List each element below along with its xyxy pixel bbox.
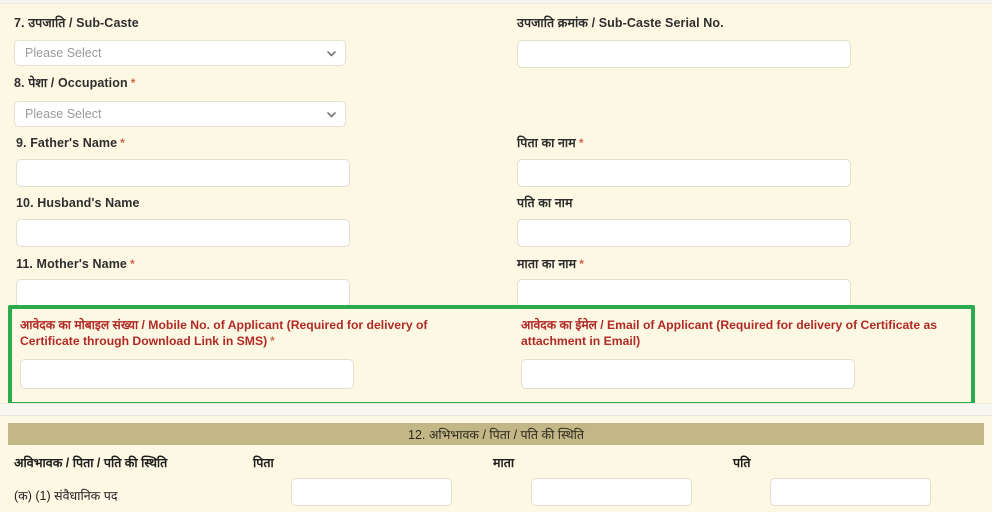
label-mobile-no-line2: through Download Link in SMS) bbox=[83, 334, 268, 348]
occupation-placeholder: Please Select bbox=[25, 107, 102, 121]
form-page: 7. उपजाति / Sub-Caste Please Select उपजा… bbox=[0, 0, 992, 512]
label-fathers-name-hi-text: पिता का नाम bbox=[517, 136, 576, 150]
mothers-name-hi-input[interactable] bbox=[517, 279, 851, 307]
label-mothers-name-hi-text: माता का नाम bbox=[517, 257, 577, 271]
sub-caste-select[interactable]: Please Select bbox=[14, 40, 346, 66]
mobile-no-input[interactable] bbox=[20, 359, 354, 389]
label-email: आवेदक का ईमेल / Email of Applicant (Requ… bbox=[521, 317, 981, 349]
required-asterisk: * bbox=[130, 76, 136, 90]
label-fathers-name-text: 9. Father's Name bbox=[16, 136, 118, 150]
table-header-husband: पति bbox=[733, 454, 750, 471]
label-husbands-name: 10. Husband's Name bbox=[16, 195, 140, 211]
label-sub-caste-serial-no: उपजाति क्रमांक / Sub-Caste Serial No. bbox=[517, 15, 724, 31]
husbands-name-input[interactable] bbox=[16, 219, 350, 247]
label-mothers-name-text: 11. Mother's Name bbox=[16, 257, 127, 271]
label-occupation: 8. पेशा / Occupation * bbox=[14, 75, 136, 91]
label-mobile-no: आवेदक का मोबाइल संख्या / Mobile No. of A… bbox=[20, 317, 490, 349]
table-header-father-text: पिता bbox=[253, 456, 274, 470]
label-husbands-name-hi: पति का नाम bbox=[517, 195, 573, 211]
required-asterisk: * bbox=[129, 257, 135, 271]
label-occupation-text: 8. पेशा / Occupation bbox=[14, 76, 128, 90]
table-header-mother-text: माता bbox=[493, 456, 515, 470]
required-asterisk: * bbox=[578, 136, 584, 150]
guardian-status-title-bar: 12. अभिभावक / पिता / पति की स्थिति bbox=[8, 423, 984, 445]
table-header-status-text: अविभावक / पिता / पति की स्थिति bbox=[14, 456, 168, 470]
table-header-husband-text: पति bbox=[733, 456, 751, 470]
fathers-name-input[interactable] bbox=[16, 159, 350, 187]
label-fathers-name-hi: पिता का नाम * bbox=[517, 135, 584, 151]
table-header-father: पिता bbox=[253, 454, 274, 471]
label-sub-caste-text: 7. उपजाति / Sub-Caste bbox=[14, 16, 139, 30]
label-email-line1: आवेदक का ईमेल / Email of Applicant (Requ… bbox=[521, 318, 938, 348]
husbands-name-hi-input[interactable] bbox=[517, 219, 851, 247]
required-asterisk: * bbox=[270, 334, 275, 348]
chevron-down-icon bbox=[326, 48, 337, 59]
table-row-label: (क) (1) संवैधानिक पद bbox=[14, 489, 118, 503]
occupation-select[interactable]: Please Select bbox=[14, 101, 346, 127]
label-sub-caste: 7. उपजाति / Sub-Caste bbox=[14, 15, 139, 31]
required-asterisk: * bbox=[579, 257, 584, 271]
email-input[interactable] bbox=[521, 359, 855, 389]
table-row: (क) (1) संवैधानिक पद bbox=[14, 487, 117, 504]
mothers-name-input[interactable] bbox=[16, 279, 350, 307]
constitutional-post-mother-input[interactable] bbox=[531, 478, 692, 506]
label-mothers-name-hi: माता का नाम * bbox=[517, 256, 584, 272]
label-mothers-name: 11. Mother's Name * bbox=[16, 256, 135, 272]
sub-caste-serial-no-input[interactable] bbox=[517, 40, 851, 68]
table-header-status: अविभावक / पिता / पति की स्थिति bbox=[14, 454, 167, 471]
label-husbands-name-text: 10. Husband's Name bbox=[16, 196, 140, 210]
label-sub-caste-serial-no-text: उपजाति क्रमांक / Sub-Caste Serial No. bbox=[517, 16, 724, 30]
label-email-line2: Email) bbox=[603, 334, 641, 348]
label-fathers-name: 9. Father's Name * bbox=[16, 135, 125, 151]
table-header-mother: माता bbox=[493, 454, 514, 471]
guardian-status-section: 12. अभिभावक / पिता / पति की स्थिति अविभा… bbox=[0, 416, 992, 512]
chevron-down-icon bbox=[326, 109, 337, 120]
personal-details-section: 7. उपजाति / Sub-Caste Please Select उपजा… bbox=[0, 5, 992, 406]
guardian-status-title: 12. अभिभावक / पिता / पति की स्थिति bbox=[408, 427, 584, 442]
page-section-separator bbox=[0, 403, 992, 416]
required-asterisk: * bbox=[120, 136, 125, 150]
fathers-name-hi-input[interactable] bbox=[517, 159, 851, 187]
page-top-separator bbox=[0, 0, 992, 4]
contact-highlight-box: आवेदक का मोबाइल संख्या / Mobile No. of A… bbox=[8, 305, 975, 406]
constitutional-post-father-input[interactable] bbox=[291, 478, 452, 506]
sub-caste-placeholder: Please Select bbox=[25, 46, 102, 60]
label-husbands-name-hi-text: पति का नाम bbox=[517, 196, 573, 210]
constitutional-post-husband-input[interactable] bbox=[770, 478, 931, 506]
